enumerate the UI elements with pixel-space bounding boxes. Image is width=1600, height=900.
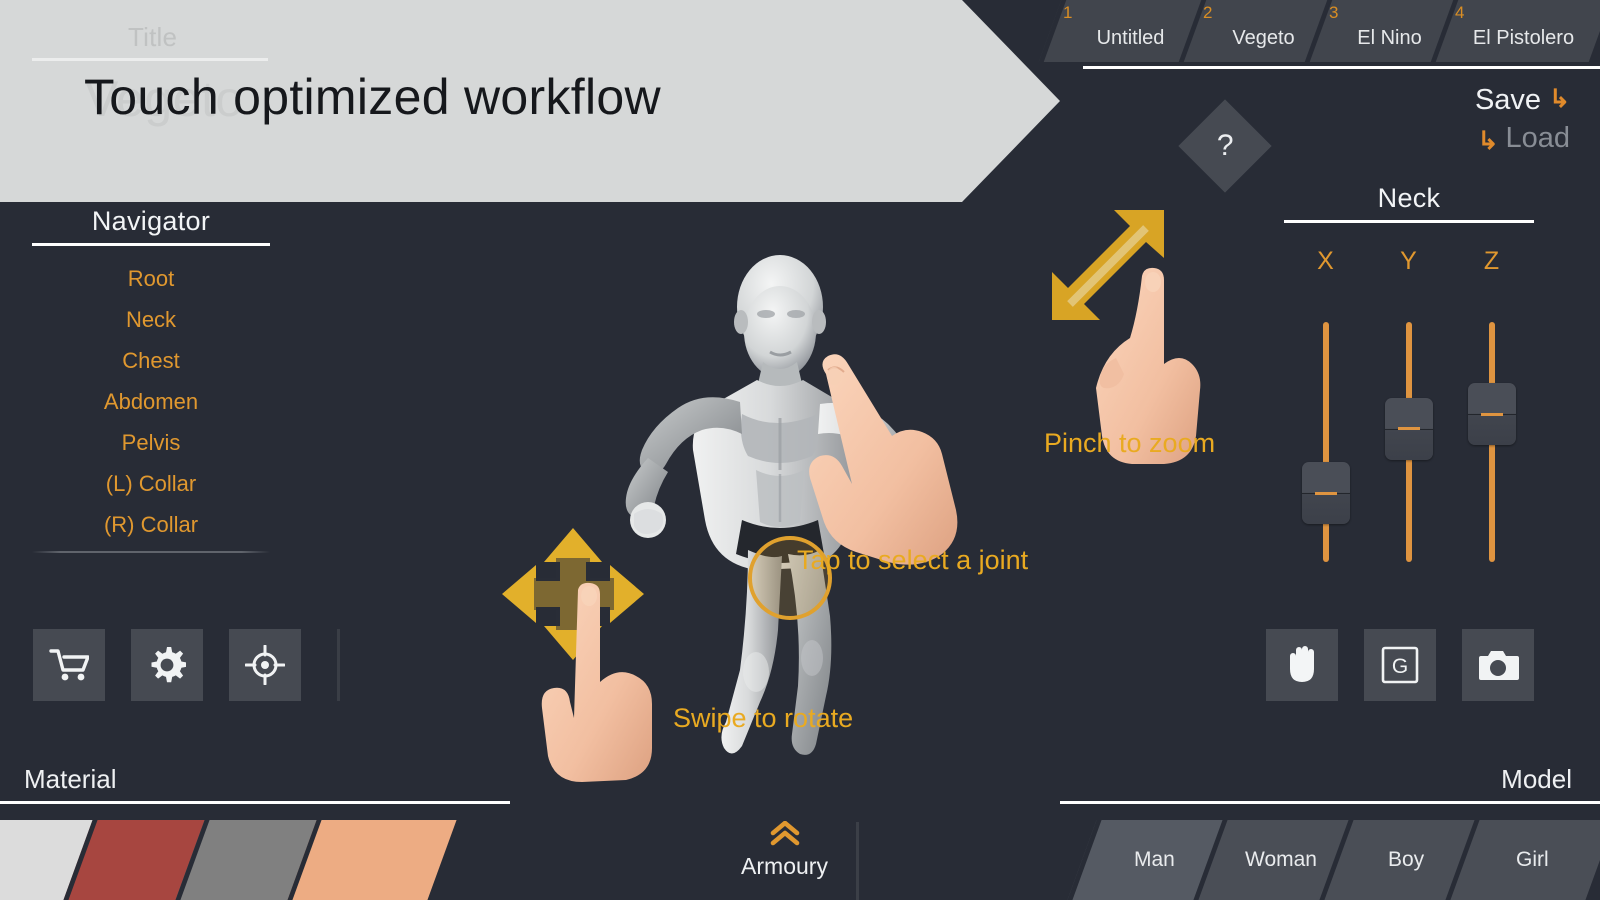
sidebar-item-l-collar[interactable]: (L) Collar	[32, 463, 270, 504]
model-rule	[1060, 801, 1600, 804]
grid-button[interactable]: G	[1364, 629, 1436, 701]
file-tab-number: 1	[1063, 3, 1073, 22]
model-section: Model Man Woman Boy Girl	[1060, 764, 1600, 900]
slider-thumb-x[interactable]	[1301, 462, 1350, 525]
hint-tap-to-select: Tap to select a joint	[797, 545, 1029, 575]
question-mark-icon: ?	[1216, 129, 1234, 162]
slider-z[interactable]	[1450, 322, 1533, 562]
navigator-bottom-rule	[32, 551, 270, 553]
gear-icon	[151, 647, 186, 683]
sidebar-item-neck[interactable]: Neck	[32, 299, 270, 340]
slider-y[interactable]	[1367, 322, 1450, 562]
model-option-label: Girl	[1516, 848, 1549, 871]
slider-track-x	[1322, 322, 1329, 562]
slider-thumb-y[interactable]	[1384, 397, 1433, 460]
arrow-elbow-up-icon: ↲	[1549, 85, 1570, 113]
armoury-divider	[856, 822, 859, 900]
file-tab-number: 2	[1203, 3, 1213, 22]
grid-g-icon: G	[1381, 646, 1419, 684]
joint-panel-rule	[1284, 220, 1534, 223]
axis-label-y: Y	[1400, 247, 1417, 275]
tap-hand-icon	[809, 354, 958, 565]
swipe-hand-icon	[541, 582, 652, 782]
settings-button[interactable]	[131, 629, 203, 701]
sidebar-item-abdomen[interactable]: Abdomen	[32, 381, 270, 422]
hand-icon	[1290, 646, 1314, 682]
arrow-elbow-down-icon: ↳	[1477, 127, 1499, 155]
tab-strip-underline	[1083, 66, 1600, 69]
navigator-title: Navigator	[91, 206, 211, 236]
axis-label-x: X	[1317, 247, 1334, 275]
axis-label-z: Z	[1483, 247, 1500, 275]
sidebar-item-pelvis[interactable]: Pelvis	[32, 422, 270, 463]
joint-panel-title: Neck	[1377, 183, 1441, 213]
file-tab-number: 3	[1329, 3, 1339, 22]
camera-button[interactable]	[1462, 629, 1534, 701]
left-toolbar	[33, 629, 340, 701]
armoury-button[interactable]: Armoury	[712, 820, 857, 880]
save-load-group: Save ↲ ↳ Load	[1475, 84, 1570, 160]
material-swatch-row	[0, 820, 510, 900]
file-tab-strip: 1 Untitled 2 Vegeto 3 El Nino 4 El Pisto…	[1038, 0, 1600, 62]
material-swatch-peach[interactable]	[287, 820, 457, 900]
material-section: Material	[0, 764, 510, 900]
focus-button[interactable]	[229, 629, 301, 701]
model-option-label: Woman	[1244, 848, 1317, 871]
material-label: Material	[24, 764, 117, 794]
armoury-label: Armoury	[741, 853, 828, 879]
right-toolbar: G	[1266, 629, 1534, 701]
model-option-row: Man Woman Boy Girl	[1060, 820, 1600, 900]
axis-slider-group	[1284, 322, 1534, 562]
sidebar-item-chest[interactable]: Chest	[32, 340, 270, 381]
camera-icon	[1479, 651, 1519, 680]
file-tab-label: El Pistolero	[1472, 26, 1575, 49]
title-banner: Vegeto Title Touch optimized workflow	[0, 0, 1060, 202]
hint-swipe-to-rotate: Swipe to rotate	[673, 703, 854, 733]
app-root: Vegeto Title Touch optimized workflow 1 …	[0, 0, 1600, 900]
title-underline	[32, 58, 268, 61]
document-title[interactable]: Touch optimized workflow	[84, 68, 661, 126]
load-button[interactable]: Load	[1505, 122, 1570, 155]
cart-icon	[49, 649, 89, 681]
file-tab-number: 4	[1455, 3, 1465, 22]
model-option-label: Boy	[1388, 848, 1425, 871]
sidebar-item-r-collar[interactable]: (R) Collar	[32, 504, 270, 545]
model-option-label: Man	[1134, 848, 1175, 871]
target-icon	[245, 645, 285, 685]
toolbar-divider	[337, 629, 340, 701]
file-tab-4[interactable]: 4 El Pistolero	[1430, 0, 1600, 62]
joint-panel: Neck X Y Z	[1284, 183, 1534, 276]
svg-text:G: G	[1392, 655, 1408, 678]
slider-thumb-z[interactable]	[1467, 383, 1516, 446]
navigator-rule	[32, 243, 270, 246]
title-placeholder: Title	[128, 22, 178, 52]
file-tab-label: Vegeto	[1232, 26, 1295, 49]
navigator-list: Root Neck Chest Abdomen Pelvis (L) Colla…	[32, 258, 270, 545]
help-button[interactable]: ?	[1178, 99, 1272, 193]
navigator-panel: Navigator Root Neck Chest Abdomen Pelvis…	[32, 206, 270, 553]
file-tab-label: Untitled	[1096, 26, 1165, 49]
pan-button[interactable]	[1266, 629, 1338, 701]
sidebar-item-root[interactable]: Root	[32, 258, 270, 299]
slider-x[interactable]	[1284, 322, 1367, 562]
chevron-double-up-icon	[712, 820, 857, 847]
file-tab-label: El Nino	[1357, 26, 1422, 49]
material-rule	[0, 801, 510, 804]
hint-pinch-to-zoom: Pinch to zoom	[1044, 428, 1216, 458]
save-button[interactable]: Save	[1475, 84, 1541, 117]
store-button[interactable]	[33, 629, 105, 701]
model-label: Model	[1501, 764, 1572, 794]
axis-label-row: X Y Z	[1284, 247, 1534, 276]
